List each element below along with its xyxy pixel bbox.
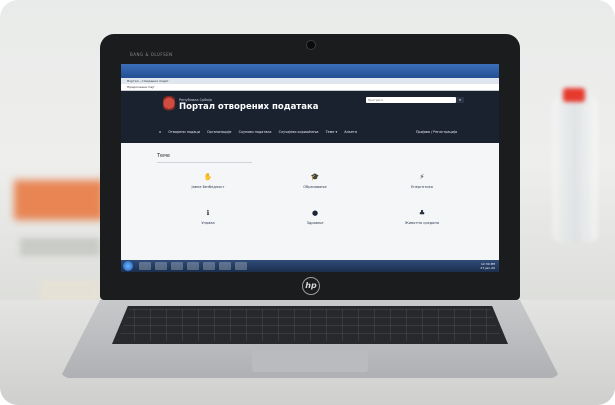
graduation-cap-icon: 🎓	[310, 173, 320, 181]
blurred-object	[20, 238, 100, 256]
bookmarks-bar: Предложени Сајт	[121, 84, 499, 91]
hp-logo: hp	[302, 277, 320, 295]
clock-date: 27-Jan-20	[480, 266, 495, 270]
portal-header: Република Србија Портал отворених подата…	[121, 91, 499, 143]
topic-energy[interactable]: ⚡ Енергетика	[387, 173, 457, 189]
topic-public-safety[interactable]: ✋ Јавна безбедност	[173, 173, 243, 189]
photo-background: BANG & OLUFSEN hp Портал - отворених под…	[0, 0, 615, 405]
keyboard-keys	[118, 309, 502, 341]
section-divider	[157, 162, 252, 163]
nav-item-survey[interactable]: Анкета	[344, 130, 357, 134]
browser-tab[interactable]: Портал - отворених подат	[127, 79, 169, 83]
home-icon[interactable]: ⌂	[159, 130, 161, 134]
portal-title[interactable]: Портал отворених података	[179, 102, 318, 112]
login-link[interactable]: Пријава / Регистрација	[416, 130, 457, 134]
nav-item-organizations[interactable]: Организације	[207, 130, 232, 134]
touchpad	[252, 350, 368, 372]
topics-section: Теме ✋ Јавна безбедност 🎓 Образовање ⚡ Е…	[121, 143, 499, 258]
nav-item-use-cases[interactable]: Случајеви коришћења	[279, 130, 319, 134]
topic-label: Управа	[201, 221, 215, 225]
nav-item-datasets[interactable]: Скупови података	[239, 130, 272, 134]
taskbar: 12:30 PM 27-Jan-20	[121, 260, 499, 272]
topic-label: Здравље	[306, 221, 324, 225]
blurred-orange-object	[14, 180, 104, 220]
section-title: Теме	[157, 153, 170, 159]
search-button[interactable]: ⌕	[456, 97, 464, 103]
hand-icon: ✋	[203, 173, 213, 181]
blurred-object	[40, 280, 100, 302]
taskbar-app[interactable]	[155, 262, 167, 270]
speaker-brand: BANG & OLUFSEN	[130, 52, 173, 57]
bookmark-item[interactable]: Предложени Сајт	[127, 85, 155, 89]
bottle-cap	[563, 88, 585, 102]
topic-label: Животна средина	[404, 221, 440, 225]
laptop-screen: Портал - отворених подат Предложени Сајт…	[121, 64, 499, 272]
start-button[interactable]	[123, 261, 133, 271]
taskbar-app[interactable]	[187, 262, 199, 270]
taskbar-app[interactable]	[219, 262, 231, 270]
coat-of-arms-icon	[163, 96, 175, 114]
taskbar-clock[interactable]: 12:30 PM 27-Jan-20	[480, 262, 495, 270]
lightning-icon: ⚡	[419, 173, 425, 181]
water-bottle	[552, 92, 598, 242]
nav-item-open-data[interactable]: Отворени подаци	[168, 130, 200, 134]
topic-label: Образовање	[303, 185, 327, 189]
window-titlebar	[121, 64, 499, 78]
apple-icon: ●	[311, 209, 319, 217]
taskbar-app[interactable]	[235, 262, 247, 270]
webcam	[306, 40, 316, 50]
taskbar-app[interactable]	[203, 262, 215, 270]
taskbar-app[interactable]	[139, 262, 151, 270]
plant-icon: ♣	[418, 209, 426, 217]
topic-administration[interactable]: ℹ Управа	[173, 209, 243, 225]
topic-label: Енергетика	[410, 185, 433, 189]
search-placeholder: Претрага	[368, 98, 383, 102]
nav-item-topics[interactable]: Теме ▾	[326, 130, 338, 134]
topic-environment[interactable]: ♣ Животна средина	[387, 209, 457, 225]
topic-health[interactable]: ● Здравље	[280, 209, 350, 225]
search-input[interactable]: Претрага	[366, 97, 456, 103]
info-icon: ℹ	[206, 209, 210, 217]
taskbar-app[interactable]	[171, 262, 183, 270]
topic-education[interactable]: 🎓 Образовање	[280, 173, 350, 189]
topic-label: Јавна безбедност	[191, 185, 225, 189]
search-icon: ⌕	[458, 97, 462, 102]
